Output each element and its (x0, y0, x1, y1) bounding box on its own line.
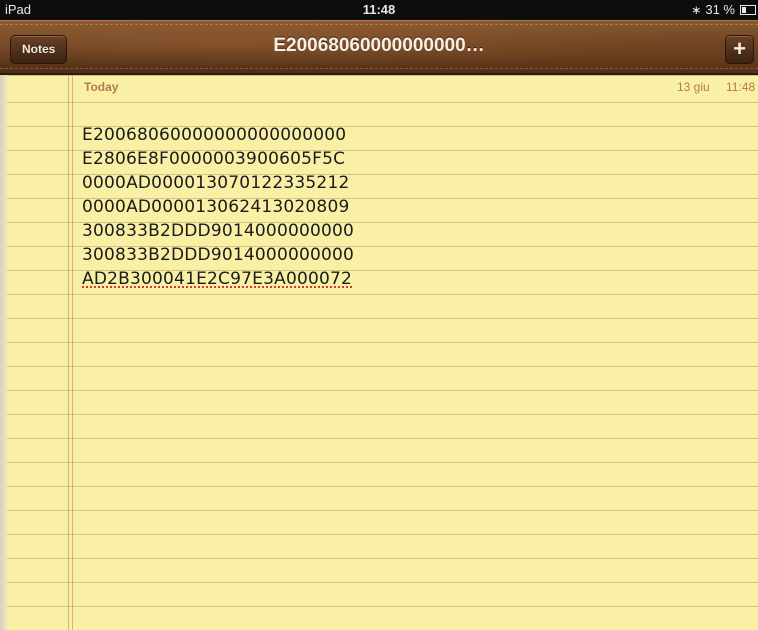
paper-edge (0, 75, 7, 630)
note-line[interactable]: 0000AD000013070122335212 (82, 171, 354, 195)
notes-app-screen: iPad 11:48 ∗ 31 % Notes E200680600000000… (0, 0, 758, 630)
note-line[interactable]: 300833B2DDD9014000000000 (82, 219, 354, 243)
note-title: E20068060000000000… (273, 35, 485, 56)
note-paper[interactable]: Today 13 giu 11:48 E20068060000000000000… (7, 75, 758, 630)
note-line-misspelled[interactable]: AD2B300041E2C97E3A000072 (82, 267, 354, 291)
note-line[interactable]: 300833B2DDD9014000000000 (82, 243, 354, 267)
margin-line (68, 75, 73, 630)
status-bar: iPad 11:48 ∗ 31 % (0, 0, 758, 20)
battery-icon (740, 4, 756, 15)
note-date: 13 giu (677, 80, 710, 94)
note-line[interactable]: 0000AD000013062413020809 (82, 195, 354, 219)
add-note-button[interactable]: + (725, 35, 754, 64)
note-date-label: Today (84, 80, 119, 94)
plus-icon: + (733, 36, 746, 61)
bluetooth-icon: ∗ (691, 2, 702, 17)
note-line[interactable]: E2806E8F0000003900605F5C (82, 147, 354, 171)
note-time: 11:48 (726, 80, 756, 94)
battery-percent: 31 % (705, 2, 735, 17)
status-time: 11:48 (362, 2, 396, 17)
note-body[interactable]: E20068060000000000000000 E2806E8F0000003… (82, 123, 354, 291)
toolbar: Notes E20068060000000000… + (0, 20, 758, 75)
note-line[interactable]: E20068060000000000000000 (82, 123, 354, 147)
status-indicators: ∗ 31 % (691, 2, 756, 17)
